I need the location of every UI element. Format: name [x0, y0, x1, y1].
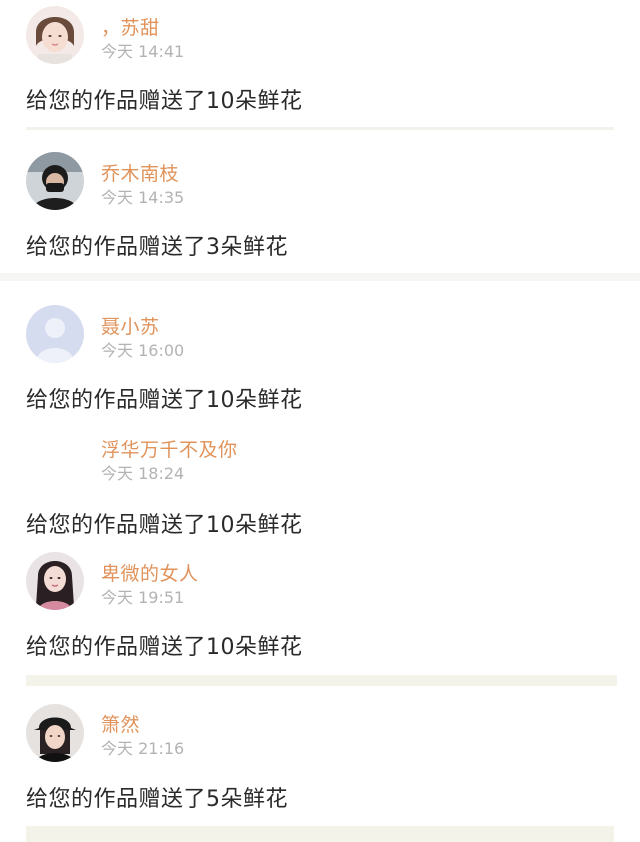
timestamp: 今天 21:16: [101, 739, 185, 758]
timestamp: 今天 14:41: [101, 42, 185, 61]
cap-avatar-icon[interactable]: [26, 704, 84, 762]
timestamp: 今天 18:24: [101, 464, 185, 483]
timestamp: 今天 14:35: [101, 188, 185, 207]
sender-name[interactable]: 浮华万千不及你: [101, 435, 238, 462]
sender-name[interactable]: 乔木南枝: [101, 159, 179, 186]
sender-name[interactable]: 聂小苏: [101, 312, 160, 339]
feed-item[interactable]: 箫然 今天 21:16 给您的作品赠送了5朵鲜花: [0, 695, 640, 825]
feed-item[interactable]: 聂小苏 今天 16:00 给您的作品赠送了10朵鲜花: [0, 290, 640, 420]
gift-message: 给您的作品赠送了10朵鲜花: [26, 635, 303, 660]
sender-name[interactable]: 箫然: [101, 710, 140, 737]
sender-name[interactable]: ，苏甜: [101, 13, 160, 40]
timestamp: 今天 19:51: [101, 588, 185, 607]
boy-avatar-icon[interactable]: [26, 152, 84, 210]
gift-message: 给您的作品赠送了10朵鲜花: [26, 513, 303, 538]
sender-name[interactable]: 卑微的女人: [101, 559, 199, 586]
gift-message: 给您的作品赠送了5朵鲜花: [26, 787, 288, 812]
timestamp: 今天 16:00: [101, 341, 185, 360]
girl-avatar-icon[interactable]: [26, 6, 84, 64]
gift-message: 给您的作品赠送了3朵鲜花: [26, 235, 288, 260]
feed-item[interactable]: ，苏甜 今天 14:41 给您的作品赠送了10朵鲜花: [0, 0, 640, 130]
gift-message: 给您的作品赠送了10朵鲜花: [26, 89, 303, 114]
divider: [26, 675, 617, 686]
feed-item[interactable]: 乔木南枝 今天 14:35 给您的作品赠送了3朵鲜花: [0, 140, 640, 270]
default-avatar-icon[interactable]: [26, 305, 84, 363]
divider: [26, 826, 614, 842]
woman-avatar-icon[interactable]: [26, 552, 84, 610]
section-divider: [0, 273, 640, 281]
gift-message: 给您的作品赠送了10朵鲜花: [26, 388, 303, 413]
notification-feed: ，苏甜 今天 14:41 给您的作品赠送了10朵鲜花 乔木南枝 今天 14:35…: [0, 0, 640, 842]
feed-item[interactable]: 卑微的女人 今天 19:51 给您的作品赠送了10朵鲜花: [0, 545, 640, 665]
divider: [26, 127, 614, 130]
feed-item[interactable]: 浮华万千不及你 今天 18:24 给您的作品赠送了10朵鲜花: [0, 425, 640, 540]
